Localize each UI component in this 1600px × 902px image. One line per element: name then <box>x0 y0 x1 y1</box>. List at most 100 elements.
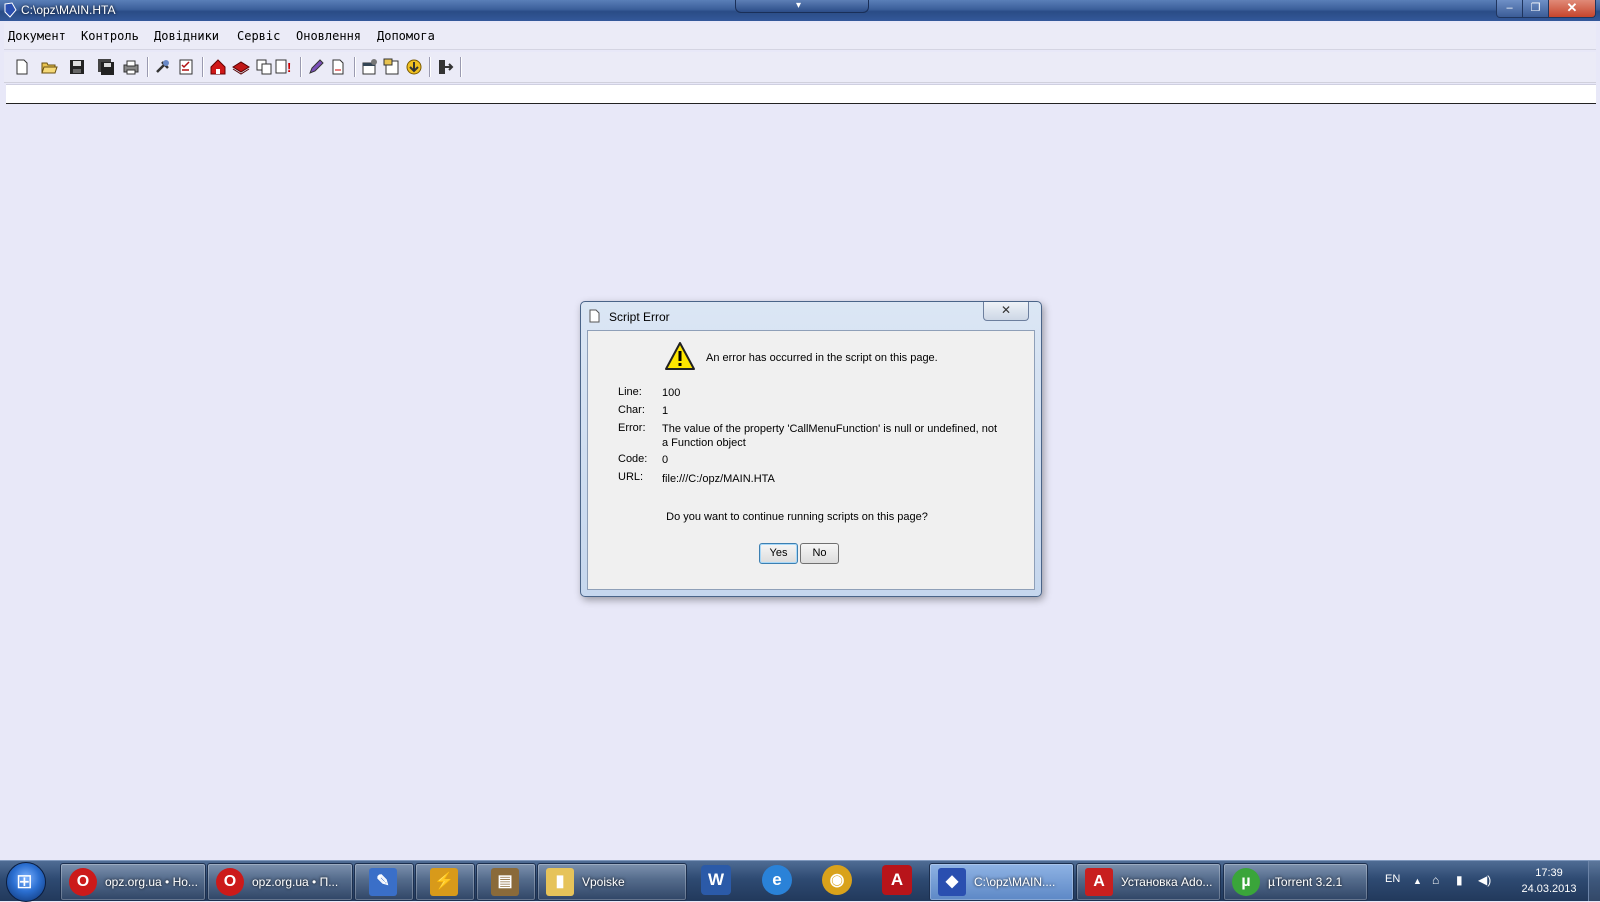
tools-icon[interactable] <box>154 58 172 76</box>
svg-text:!: ! <box>287 60 291 75</box>
char-label: Char: <box>618 404 645 416</box>
maximize-button[interactable]: ❐ <box>1522 0 1549 18</box>
acrobat-icon[interactable]: A <box>882 865 912 895</box>
collapse-tab[interactable]: ▾ <box>735 0 869 13</box>
close-button[interactable]: ✕ <box>1548 0 1596 18</box>
error-value: The value of the property 'CallMenuFunct… <box>662 423 998 449</box>
home-icon[interactable] <box>209 58 227 76</box>
menu-item-help[interactable]: Допомога <box>377 29 435 43</box>
book-icon[interactable] <box>232 58 250 76</box>
taskbar-item-label: C:\opz\MAIN.... <box>974 875 1056 889</box>
show-hidden-icons-icon[interactable]: ▲ <box>1413 876 1422 886</box>
copy-icon[interactable] <box>255 58 273 76</box>
error-message: An error has occurred in the script on t… <box>706 352 938 364</box>
script-error-dialog: Script Error ✕ An error has occurred in … <box>580 301 1042 597</box>
line-label: Line: <box>618 386 642 398</box>
opera-icon: O <box>216 868 244 896</box>
taskbar-item-opera-1[interactable]: O opz.org.ua • Но... <box>60 863 206 901</box>
taskbar-item-app-1[interactable]: ✎ <box>354 863 414 901</box>
menu-item-service[interactable]: Сервіс <box>237 29 280 43</box>
taskbar-item-label: Установка Ado... <box>1121 875 1213 889</box>
taskbar-item-opera-2[interactable]: O opz.org.ua • П... <box>207 863 353 901</box>
document-icon <box>589 309 600 323</box>
chevron-down-icon: ▾ <box>796 0 802 11</box>
continue-question: Do you want to continue running scripts … <box>666 511 928 523</box>
taskbar-item-label: opz.org.ua • Но... <box>105 875 198 889</box>
language-indicator[interactable]: EN <box>1385 873 1400 885</box>
menu-item-document[interactable]: Документ <box>8 29 66 43</box>
dialog-body: An error has occurred in the script on t… <box>587 330 1035 590</box>
taskbar: ⊞ O opz.org.ua • Но... O opz.org.ua • П.… <box>0 860 1600 902</box>
utorrent-icon: µ <box>1232 868 1260 896</box>
error-label: Error: <box>618 422 646 434</box>
toolbar-separator <box>300 57 302 77</box>
menu-bar: Документ Контроль Довідники Сервіс Оновл… <box>4 23 1596 50</box>
save-icon[interactable] <box>68 58 86 76</box>
url-value: file:///C:/opz/MAIN.HTA <box>662 473 775 485</box>
taskbar-item-label: µTorrent 3.2.1 <box>1268 875 1343 889</box>
volume-icon[interactable]: ◀) <box>1478 873 1491 887</box>
chrome-icon[interactable]: ◉ <box>822 865 852 895</box>
opera-icon: O <box>69 868 97 896</box>
hta-app-icon <box>4 2 17 18</box>
taskbar-item-vpoiske[interactable]: ▮ Vpoiske <box>537 863 687 901</box>
taskbar-item-main-hta[interactable]: ◆ C:\opz\MAIN.... <box>929 863 1074 901</box>
check-list-icon[interactable] <box>177 58 195 76</box>
taskbar-item-archive[interactable]: ▤ <box>476 863 536 901</box>
code-value: 0 <box>662 454 669 466</box>
warning-icon <box>665 342 695 370</box>
code-label: Code: <box>618 453 648 465</box>
network-icon[interactable]: ⌂ <box>1432 873 1439 887</box>
window-title: C:\opz\MAIN.HTA <box>21 3 116 17</box>
minimize-button[interactable]: – <box>1496 0 1523 18</box>
show-desktop-button[interactable] <box>1588 861 1600 901</box>
archive-icon: ▤ <box>491 868 519 896</box>
taskbar-item-label: opz.org.ua • П... <box>252 875 339 889</box>
no-button[interactable]: No <box>800 543 839 564</box>
new-document-icon[interactable] <box>13 58 31 76</box>
toolbar-separator <box>147 57 149 77</box>
signal-icon[interactable]: ▮ <box>1456 873 1463 887</box>
download-icon[interactable] <box>405 58 423 76</box>
char-value: 1 <box>662 405 669 417</box>
menu-item-directories[interactable]: Довідники <box>154 29 219 43</box>
address-strip <box>6 84 1596 104</box>
hta-icon: ◆ <box>938 868 966 896</box>
menu-item-updates[interactable]: Оновлення <box>296 29 361 43</box>
alert-list-icon[interactable]: ! <box>275 58 293 76</box>
dialog-close-button[interactable]: ✕ <box>983 302 1029 321</box>
word-icon[interactable]: W <box>701 865 731 895</box>
settings-window-icon[interactable] <box>361 58 379 76</box>
clock-time[interactable]: 17:39 <box>1519 867 1579 879</box>
toolbar-separator <box>460 57 462 77</box>
url-label: URL: <box>618 471 644 483</box>
taskbar-item-label: Vpoiske <box>582 875 625 889</box>
title-bar: C:\opz\MAIN.HTA ▾ – ❐ ✕ <box>0 0 1600 21</box>
windows-logo-icon: ⊞ <box>16 871 33 893</box>
open-folder-icon[interactable] <box>40 58 58 76</box>
report-icon[interactable] <box>383 58 401 76</box>
toolbar-separator <box>429 57 431 77</box>
toolbar-separator <box>354 57 356 77</box>
toolbar: ! <box>4 52 1596 83</box>
exit-icon[interactable] <box>436 58 454 76</box>
adobe-icon: A <box>1085 868 1113 896</box>
save-all-icon[interactable] <box>97 58 115 76</box>
yes-button[interactable]: Yes <box>759 543 798 564</box>
app-icon-2: ⚡ <box>430 868 458 896</box>
taskbar-item-adobe-install[interactable]: A Установка Ado... <box>1076 863 1221 901</box>
app-icon-1: ✎ <box>369 868 397 896</box>
toolbar-separator <box>202 57 204 77</box>
ie-icon[interactable]: e <box>762 865 792 895</box>
line-value: 100 <box>662 387 681 399</box>
taskbar-item-app-2[interactable]: ⚡ <box>415 863 475 901</box>
clock-date[interactable]: 24.03.2013 <box>1516 883 1582 895</box>
menu-item-control[interactable]: Контроль <box>81 29 139 43</box>
edit-pen-icon[interactable] <box>307 58 325 76</box>
dialog-title: Script Error <box>609 310 670 324</box>
print-icon[interactable] <box>122 58 140 76</box>
folder-icon: ▮ <box>546 868 574 896</box>
start-button[interactable]: ⊞ <box>6 862 46 902</box>
taskbar-item-utorrent[interactable]: µ µTorrent 3.2.1 <box>1223 863 1368 901</box>
document-page-icon[interactable] <box>329 58 347 76</box>
